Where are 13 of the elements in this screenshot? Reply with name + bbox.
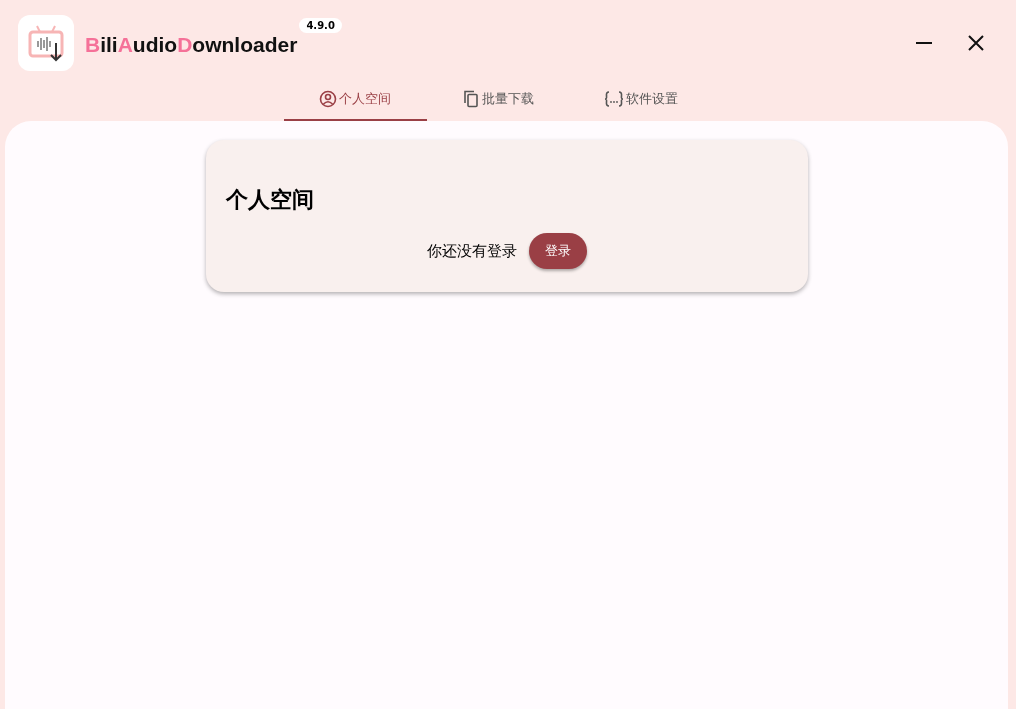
user-icon — [319, 90, 337, 108]
copy-icon — [462, 90, 480, 108]
login-button[interactable]: 登录 — [528, 233, 587, 269]
tab[interactable]: 软件设置 — [569, 79, 713, 121]
tab[interactable]: 批量下载 — [426, 79, 570, 121]
card-title: 个人空间 — [225, 186, 315, 214]
app-logo-icon — [18, 14, 74, 71]
version-badge: 4.9.0 — [299, 18, 342, 33]
braces-icon — [604, 90, 624, 108]
login-status-text: 你还没有登录 — [426, 241, 517, 261]
minimize-icon — [916, 41, 932, 44]
close-icon — [968, 34, 984, 51]
app-title: BiliAudioDownloader — [85, 32, 298, 57]
